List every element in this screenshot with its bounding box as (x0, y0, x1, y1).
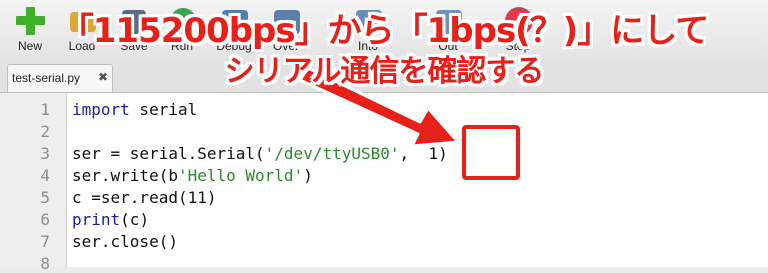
annotation-headline-line1: 「115200bps」から「1bps(？)」にして (59, 11, 709, 51)
highlight-box (462, 125, 520, 180)
annotation-headline-line2: シリアル通信を確認する (224, 54, 545, 89)
